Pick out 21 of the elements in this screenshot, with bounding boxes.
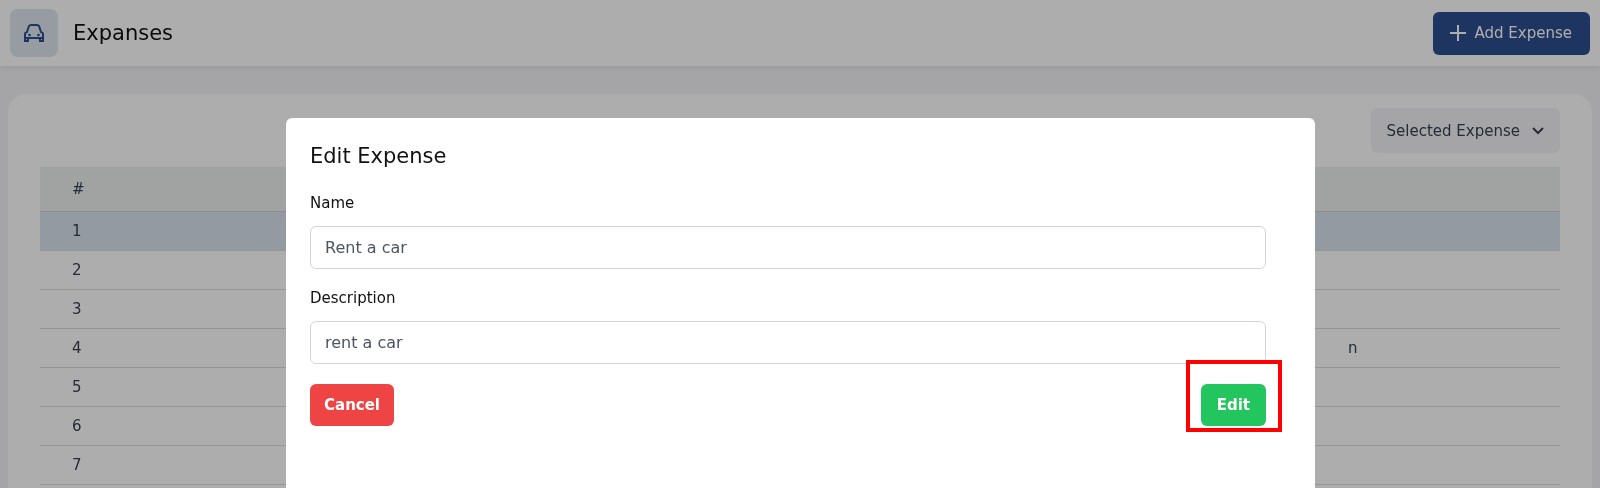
field-label: Name [310, 194, 356, 212]
table-cell-text: 1 [71, 222, 83, 240]
column-header: # [71, 180, 86, 198]
expense-dropdown[interactable]: Selected Expense [1370, 108, 1560, 153]
table-cell-text: 3 [71, 300, 83, 318]
table-cell: n [1348, 339, 1358, 357]
chevron-down-icon [1532, 126, 1544, 135]
table-cell-text: 4 [71, 339, 83, 357]
table-cell-text: 7 [71, 456, 83, 474]
dialog-title: Edit Expense [310, 144, 448, 168]
add-expense-button[interactable]: Add Expense [1432, 11, 1590, 55]
plus-icon [1448, 24, 1467, 42]
field-label: Description [310, 289, 397, 307]
table-cell-text: 5 [71, 378, 83, 396]
table-cell-text: 2 [71, 261, 83, 279]
table-cell-text: 6 [71, 417, 83, 435]
cancel-button[interactable]: Cancel [310, 384, 394, 426]
input-field[interactable]: rent a car [310, 321, 1266, 364]
page-title: Expanses [73, 21, 174, 45]
car-icon [23, 23, 45, 43]
input-field[interactable]: Rent a car [310, 226, 1266, 269]
